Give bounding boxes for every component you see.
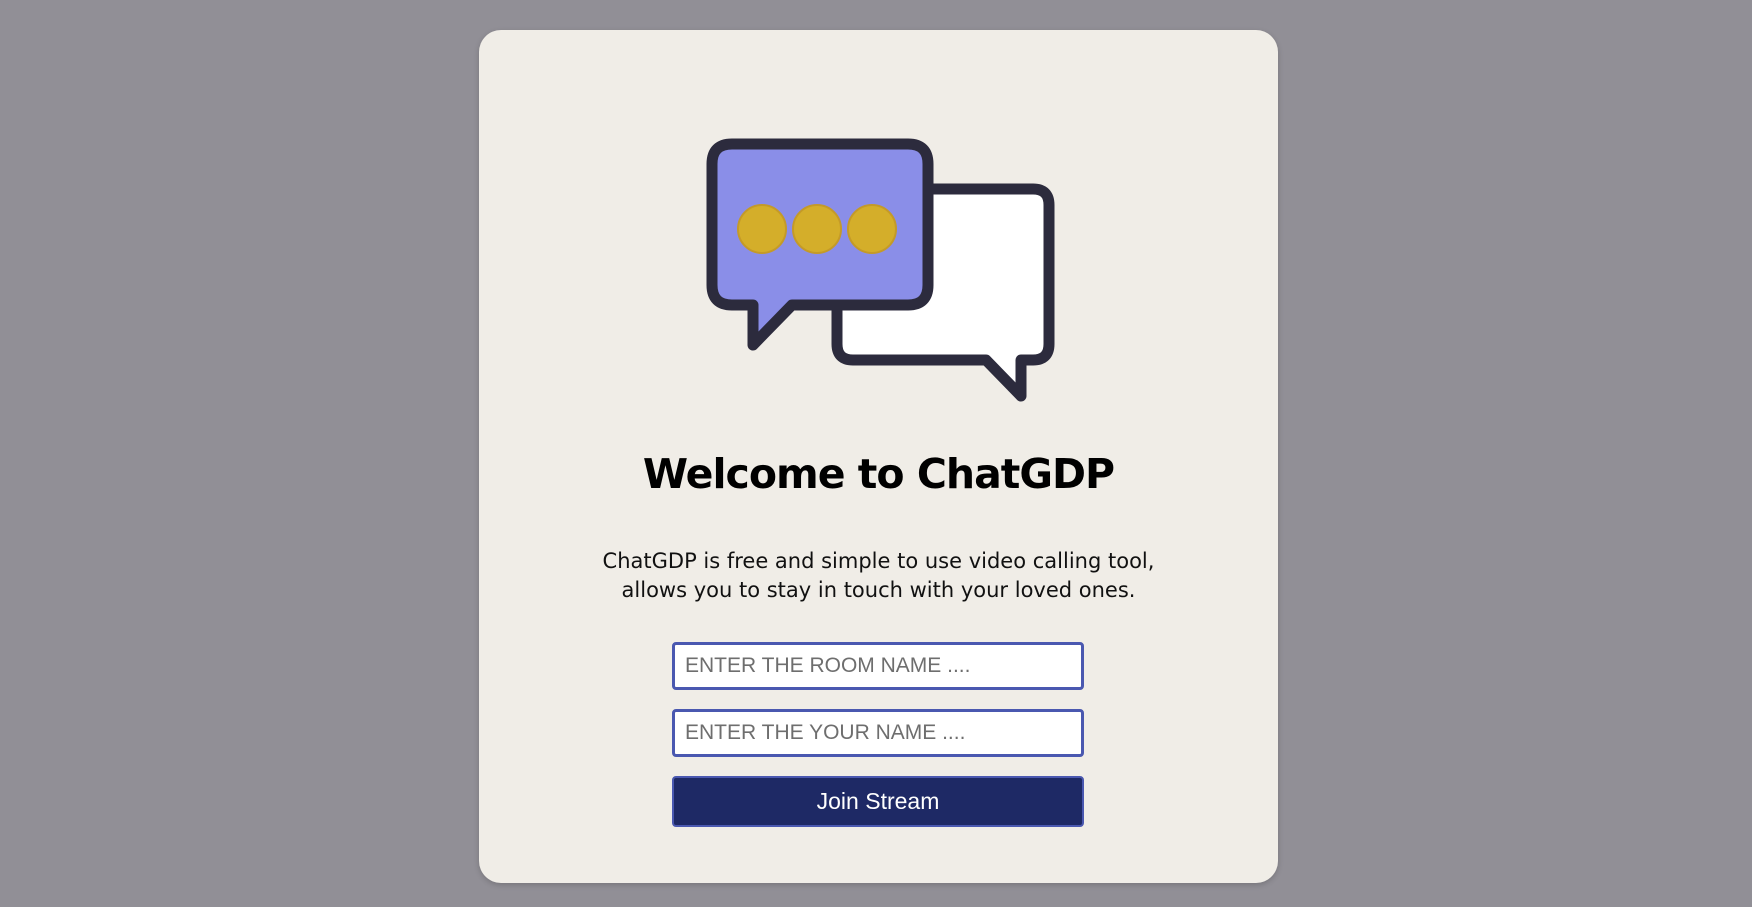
- chat-bubbles-icon: [706, 138, 1055, 402]
- user-name-input[interactable]: [672, 709, 1084, 757]
- join-stream-button[interactable]: Join Stream: [672, 776, 1084, 827]
- room-name-input[interactable]: [672, 642, 1084, 690]
- page-title: Welcome to ChatGDP: [642, 450, 1115, 498]
- typing-dot: [847, 204, 897, 254]
- page-description: ChatGDP is free and simple to use video …: [602, 549, 1155, 602]
- join-card: Welcome to ChatGDP ChatGDP is free and s…: [479, 30, 1278, 883]
- typing-dot: [792, 204, 842, 254]
- typing-dot: [737, 204, 787, 254]
